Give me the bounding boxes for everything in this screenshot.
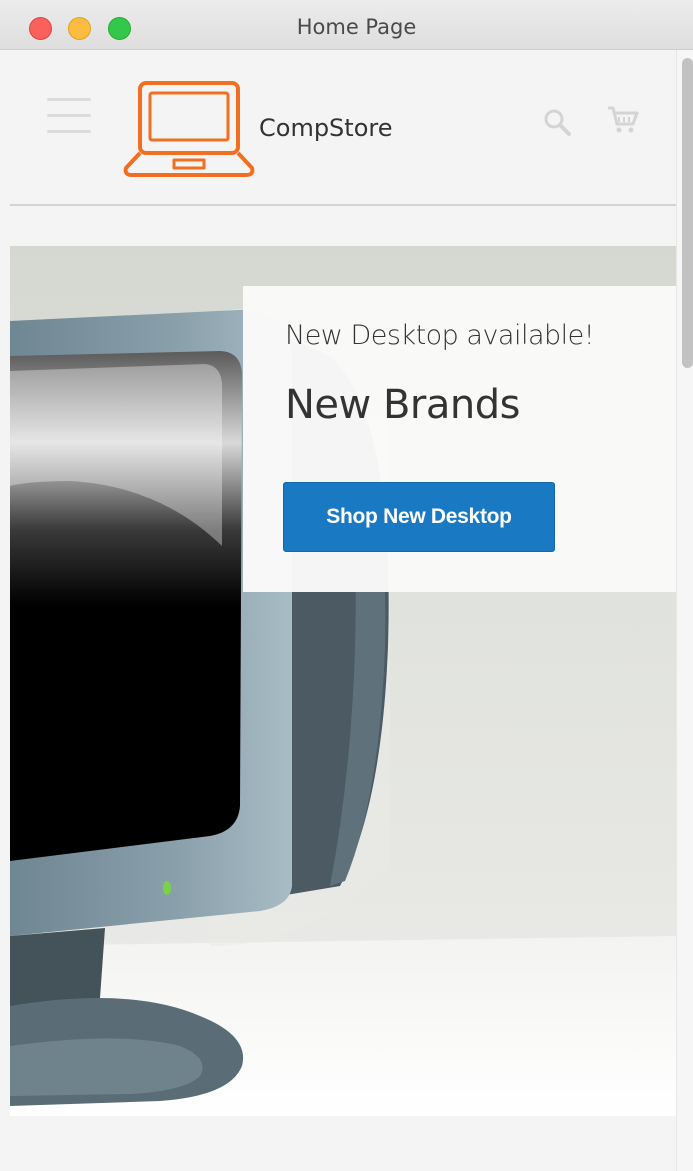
brand-name[interactable]: CompStore xyxy=(259,114,393,142)
page-viewport: CompStore New Desktop available! New Bra… xyxy=(10,50,676,1171)
vertical-scrollbar[interactable] xyxy=(676,50,693,1171)
hamburger-icon[interactable] xyxy=(47,98,91,136)
scrollbar-thumb[interactable] xyxy=(682,58,693,368)
hero-banner[interactable]: New Desktop available! New Brands Shop N… xyxy=(10,246,676,1116)
shop-new-desktop-button[interactable]: Shop New Desktop xyxy=(283,482,555,552)
promo-panel: New Desktop available! New Brands Shop N… xyxy=(243,286,676,592)
laptop-logo-icon[interactable] xyxy=(120,80,256,180)
search-icon[interactable] xyxy=(541,106,573,138)
promo-title: New Brands xyxy=(285,382,520,428)
window-titlebar: Home Page xyxy=(0,0,693,50)
promo-subtitle: New Desktop available! xyxy=(285,320,595,351)
content-strip xyxy=(10,1116,676,1171)
window-title: Home Page xyxy=(296,15,417,39)
cart-icon[interactable] xyxy=(606,104,640,136)
site-header: CompStore xyxy=(10,50,676,206)
